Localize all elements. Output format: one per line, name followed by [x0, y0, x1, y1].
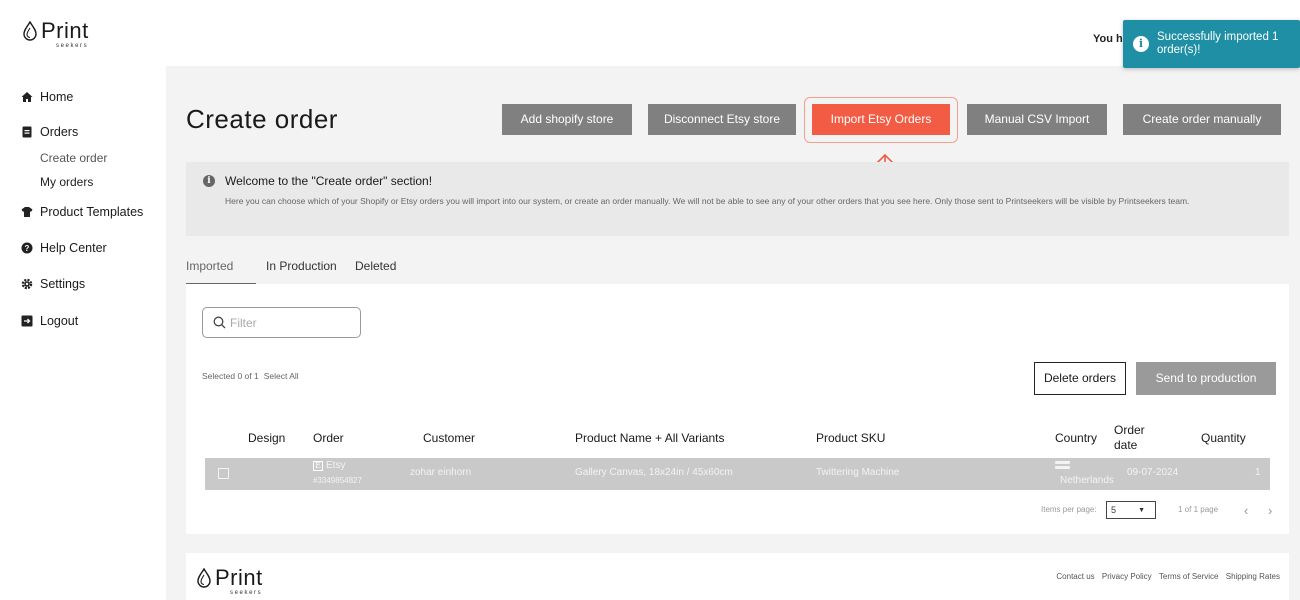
selection-status: Selected 0 of 1 Select All	[202, 371, 304, 381]
sidebar-item-label: Settings	[40, 277, 86, 291]
country-name: Netherlands	[1060, 475, 1114, 486]
toast-message: Successfully imported 1 order(s)!	[1157, 31, 1279, 56]
footer-logo[interactable]: Print seekers	[196, 565, 263, 596]
row-checkbox[interactable]	[218, 468, 229, 479]
logout-icon	[21, 315, 33, 327]
customer-name: zohar einhorn	[410, 467, 472, 478]
footer-link-shipping[interactable]: Shipping Rates	[1226, 572, 1280, 581]
filter-field[interactable]	[202, 307, 361, 338]
sidebar-item-home[interactable]: Home	[21, 90, 73, 104]
delete-orders-button[interactable]: Delete orders	[1034, 362, 1126, 395]
col-header-product: Product Name + All Variants	[575, 431, 725, 445]
col-header-quantity: Quantity	[1201, 431, 1246, 445]
orders-icon	[22, 126, 32, 138]
product-sku: Twittering Machine	[816, 467, 900, 478]
add-shopify-store-button[interactable]: Add shopify store	[502, 104, 632, 135]
create-order-manually-button[interactable]: Create order manually	[1123, 104, 1281, 135]
footer-links: Contact us Privacy Policy Terms of Servi…	[1051, 572, 1280, 581]
col-header-order-date: Order date	[1114, 423, 1145, 452]
info-icon: i	[203, 175, 215, 187]
footer-link-contact[interactable]: Contact us	[1056, 572, 1094, 581]
search-icon	[213, 316, 226, 329]
footer-link-terms[interactable]: Terms of Service	[1159, 572, 1219, 581]
sidebar-item-label: Help Center	[40, 241, 107, 255]
success-toast[interactable]: i Successfully imported 1 order(s)!	[1123, 20, 1300, 68]
welcome-title: Welcome to the "Create order" section!	[225, 174, 433, 188]
brand-logo[interactable]: Print seekers	[22, 18, 89, 49]
sidebar-subitem-my-orders[interactable]: My orders	[40, 175, 93, 189]
flag-icon	[1055, 461, 1070, 469]
selection-count: Selected 0 of 1	[202, 371, 259, 381]
brand-tagline: seekers	[56, 43, 89, 49]
sidebar-item-orders[interactable]: Orders	[21, 125, 78, 139]
sidebar-item-product-templates[interactable]: Product Templates	[21, 205, 143, 219]
sidebar-item-label: Logout	[40, 314, 79, 328]
drop-logo-icon	[23, 21, 37, 41]
filter-input[interactable]	[230, 315, 350, 330]
order-source: E Etsy	[313, 460, 345, 471]
brand-name: Print	[215, 565, 263, 590]
page-info: 1 of 1 page	[1178, 505, 1219, 514]
next-page-icon[interactable]: ›	[1268, 503, 1272, 518]
svg-text:?: ?	[25, 244, 30, 253]
sidebar-item-logout[interactable]: Logout	[21, 314, 78, 328]
help-icon: ?	[21, 242, 33, 254]
col-header-country: Country	[1055, 431, 1098, 445]
sidebar-item-settings[interactable]: Settings	[21, 277, 85, 291]
sidebar-item-help-center[interactable]: ? Help Center	[21, 241, 107, 255]
welcome-banner: i Welcome to the "Create order" section!…	[186, 162, 1289, 236]
tab-deleted[interactable]: Deleted	[355, 259, 396, 273]
gear-icon	[21, 278, 33, 290]
col-header-customer: Customer	[423, 431, 476, 445]
home-icon	[21, 92, 33, 102]
items-per-page-label: Items per page:	[1041, 505, 1097, 514]
sidebar	[0, 66, 166, 600]
disconnect-etsy-store-button[interactable]: Disconnect Etsy store	[648, 104, 796, 135]
etsy-icon: E	[313, 461, 323, 471]
footer-link-privacy[interactable]: Privacy Policy	[1102, 572, 1152, 581]
drop-logo-icon	[197, 568, 211, 588]
sidebar-subitem-create-order[interactable]: Create order	[40, 151, 107, 165]
caret-down-icon: ▼	[1138, 507, 1145, 514]
product-name: Gallery Canvas, 18x24in / 45x60cm	[575, 467, 733, 478]
order-date: 09-07-2024	[1127, 467, 1179, 478]
items-per-page-value: 5	[1111, 505, 1117, 515]
brand-tagline: seekers	[230, 590, 263, 596]
select-all-link[interactable]: Select All	[264, 371, 299, 381]
sidebar-item-label: Home	[40, 90, 74, 104]
sidebar-item-label: Product Templates	[40, 205, 144, 219]
tshirt-icon	[21, 207, 33, 217]
prev-page-icon[interactable]: ‹	[1244, 503, 1248, 518]
import-etsy-orders-button[interactable]: Import Etsy Orders	[812, 104, 950, 135]
col-header-sku: Product SKU	[816, 431, 886, 445]
send-to-production-button[interactable]: Send to production	[1136, 362, 1276, 395]
tab-imported[interactable]: Imported	[186, 259, 233, 273]
info-icon: i	[1133, 36, 1149, 52]
brand-name: Print	[41, 18, 89, 43]
welcome-body: Here you can choose which of your Shopif…	[225, 196, 1190, 206]
col-header-order: Order	[313, 431, 344, 445]
tab-in-production[interactable]: In Production	[266, 259, 337, 273]
order-number[interactable]: #3349854827	[313, 476, 362, 485]
col-header-design: Design	[248, 431, 286, 445]
items-per-page-select[interactable]: 5 ▼	[1106, 501, 1156, 519]
sidebar-item-label: Orders	[40, 125, 79, 139]
quantity: 1	[1255, 467, 1261, 478]
page-title: Create order	[186, 104, 338, 134]
manual-csv-import-button[interactable]: Manual CSV Import	[967, 104, 1107, 135]
